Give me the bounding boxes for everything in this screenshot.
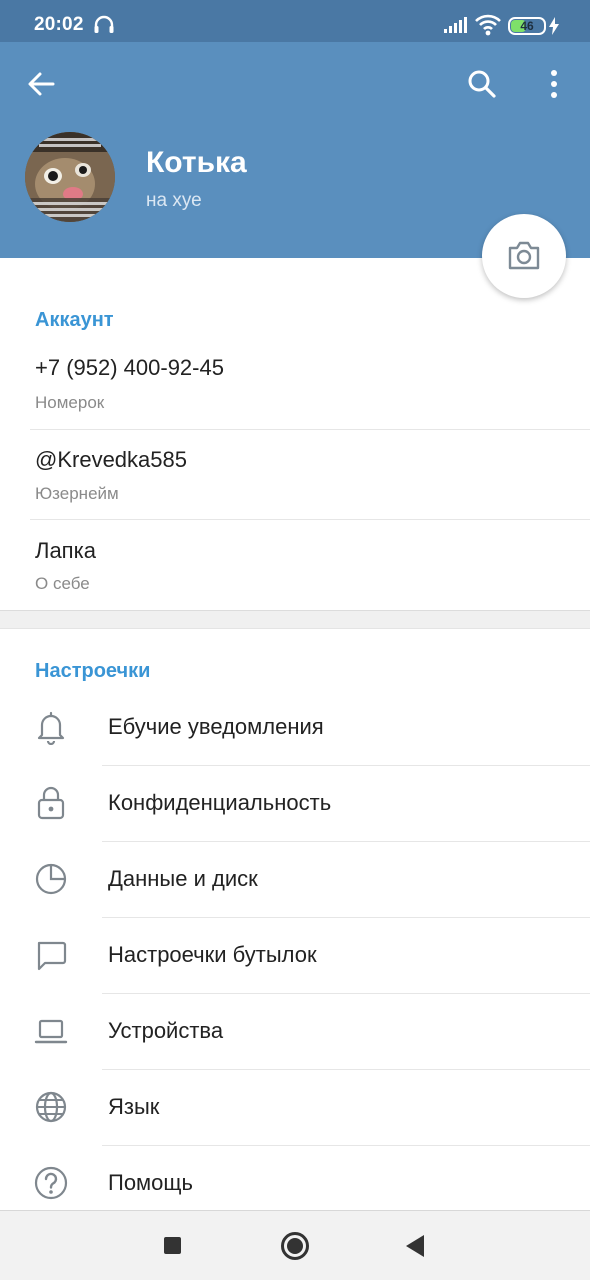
settings-item-language[interactable]: Язык: [0, 1069, 590, 1145]
avatar-image: [25, 132, 115, 222]
headphones-icon: [93, 14, 115, 34]
laptop-icon: [33, 1013, 69, 1049]
help-icon: [33, 1165, 69, 1201]
settings-item-devices[interactable]: Устройства: [0, 993, 590, 1069]
status-bar: 20:02 46: [0, 0, 590, 42]
avatar[interactable]: [25, 132, 115, 222]
phone-label: Номерок: [35, 393, 105, 412]
more-vertical-icon: [551, 70, 557, 98]
home-button[interactable]: [281, 1232, 309, 1260]
charging-icon: [548, 17, 560, 40]
bio-value: Лапка: [35, 538, 96, 563]
battery-icon: 46: [508, 17, 546, 35]
bio-label: О себе: [35, 574, 90, 593]
back-button[interactable]: [22, 64, 62, 104]
username-label: Юзернейм: [35, 484, 119, 503]
globe-icon: [33, 1089, 69, 1125]
settings-item-privacy[interactable]: Конфиденциальность: [0, 765, 590, 841]
settings-item-label: Устройства: [108, 1018, 224, 1043]
home-icon: [287, 1238, 303, 1254]
settings-item-label: Данные и диск: [108, 866, 258, 891]
recents-button[interactable]: [164, 1237, 181, 1254]
wifi-icon: [475, 14, 501, 41]
profile-name: Котька: [146, 146, 247, 179]
arrow-left-icon: [28, 72, 55, 96]
search-icon: [468, 70, 496, 98]
settings-item-notifications[interactable]: Ебучие уведомления: [0, 689, 590, 765]
settings-item-label: Помощь: [108, 1170, 193, 1195]
status-time: 20:02: [34, 14, 84, 35]
settings-item-label: Конфиденциальность: [108, 790, 332, 815]
profile-status: на хуе: [146, 190, 202, 211]
settings-item-chat-settings[interactable]: Настроечки бутылок: [0, 917, 590, 993]
more-options-button[interactable]: [534, 64, 574, 104]
settings-section-title: Настроечки: [35, 660, 151, 682]
set-photo-button[interactable]: [482, 214, 566, 298]
divider: [30, 519, 590, 520]
settings-item-label: Ебучие уведомления: [108, 714, 324, 739]
system-navigation-bar: [0, 1210, 590, 1280]
lock-icon: [33, 785, 69, 821]
battery-level: 46: [520, 19, 534, 33]
account-section-title: Аккаунт: [35, 309, 114, 331]
camera-icon: [508, 241, 540, 270]
system-back-button[interactable]: [406, 1235, 424, 1257]
bell-icon: [33, 709, 69, 746]
signal-icon: [444, 17, 468, 38]
settings-item-data[interactable]: Данные и диск: [0, 841, 590, 917]
username-value: @Krevedka585: [35, 447, 187, 472]
settings-item-label: Настроечки бутылок: [108, 942, 317, 967]
divider: [30, 429, 590, 430]
chat-bubble-icon: [33, 937, 69, 973]
section-separator: [0, 610, 590, 629]
pie-chart-icon: [33, 861, 69, 897]
settings-item-label: Язык: [108, 1094, 160, 1119]
phone-value: +7 (952) 400-92-45: [35, 355, 224, 380]
search-button[interactable]: [462, 64, 502, 104]
